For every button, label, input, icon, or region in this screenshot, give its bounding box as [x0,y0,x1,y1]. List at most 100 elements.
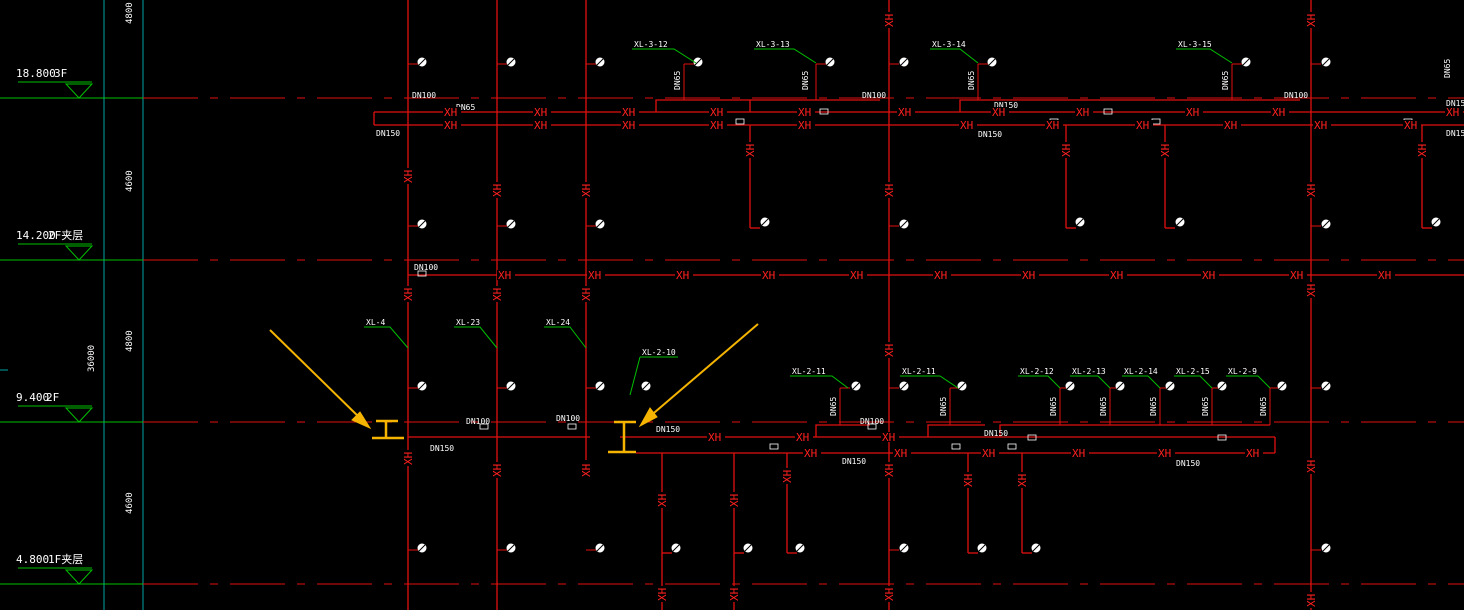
annotation-arrows [269,323,759,430]
hydrant-branches [408,63,1321,551]
xh-label: XH [588,269,601,282]
riser-tag: XL-3-13 [756,40,790,49]
xh-mark: XH [728,588,741,601]
riser-leaders [364,48,1271,396]
xh-label: XH [534,119,547,132]
pipe-size: DN65 [1221,71,1230,90]
xh-label: XH [1158,447,1171,460]
xh-mark: XH [883,464,896,477]
pipe-size: DN65 [829,397,838,416]
xh-label: XH [444,119,457,132]
riser-system-drawing: 18.800 3F 14.200 2F夹层 9.400 2F 4.800 1F夹… [0,0,1464,610]
floor-level-lines [0,97,1464,585]
xh-label: XH [1446,106,1459,119]
level-name-2f: 2F [46,391,59,404]
xh-mark: XH [1416,144,1429,157]
xh-mark: XH [580,288,593,301]
xh-label: XH [444,106,457,119]
xh-label: XH [498,269,511,282]
xh-mark: XH [883,14,896,27]
xh-mark: XH [883,344,896,357]
axis-lines [0,0,144,610]
xh-label: XH [1404,119,1417,132]
xh-label: XH [1202,269,1215,282]
xh-label: XH [1136,119,1149,132]
xh-label: XH [1072,447,1085,460]
xh-mark: XH [728,494,741,507]
xh-label: XH [804,447,817,460]
xh-label: XH [622,119,635,132]
xh-mark: XH [781,470,794,483]
xh-label: XH [850,269,863,282]
riser-tag: XL-2-13 [1072,367,1106,376]
level-elev-1f-mezz: 4.800 [16,553,49,566]
pipe-size: DN65 [939,397,948,416]
xh-label: XH [534,106,547,119]
xh-mark: XH [962,474,975,487]
riser-tag: XL-2-14 [1124,367,1158,376]
riser-tag: XL-3-14 [932,40,966,49]
riser-tag: XL-2-11 [792,367,826,376]
pipe-size: DN65 [1049,397,1058,416]
xh-label: XH [982,447,995,460]
pipe-size: DN65 [967,71,976,90]
level-name-3f: 3F [54,67,67,80]
xh-label: XH [1076,106,1089,119]
pipe-size: DN65 [1149,397,1158,416]
xh-mark: XH [1016,474,1029,487]
pipe-size: DN65 [673,71,682,90]
pipe-size: DN150 [430,444,454,453]
xh-label: XH [676,269,689,282]
pipe-size: DN65 [1259,397,1268,416]
riser-tag: XL-2-15 [1176,367,1210,376]
xh-mark: XH [1305,460,1318,473]
xh-label: XH [894,447,907,460]
xh-mark: XH [1060,144,1073,157]
xh-mark: XH [656,494,669,507]
pipe-size: DN100 [862,91,886,100]
xh-label: XH [708,431,721,444]
xh-label: XH [1110,269,1123,282]
pipe-size: DN100 [414,263,438,272]
pipe-size: DN100 [412,91,436,100]
pipe-size: DN150 [1176,459,1200,468]
pipe-size: DN150 [376,129,400,138]
xh-mark: XH [1159,144,1172,157]
xh-label: XH [1272,106,1285,119]
total-dimension-label: 36000 [87,345,97,372]
xh-mark: XH [1305,184,1318,197]
xh-label: XH [622,106,635,119]
xh-mark: XH [491,184,504,197]
pipe-size: DN150 [984,429,1008,438]
xh-mark: XH [580,464,593,477]
xh-labels-vertical: XH XH XH XH XH XH XH XH XH XH XH XH XH XH XH XH XH XH XH XH… [402,12,1429,608]
xh-label: XH [934,269,947,282]
dimension-label: 4800 [125,330,135,352]
dimension-label: 4600 [125,170,135,192]
riser-tag: XL-3-15 [1178,40,1212,49]
xh-label: XH [992,106,1005,119]
xh-label: XH [762,269,775,282]
pipe-size: DN100 [466,417,490,426]
pipe-size: DN65 [1201,397,1210,416]
xh-mark: XH [656,588,669,601]
dimension-label: 4600 [125,492,135,514]
level-name-1f-mezz: 1F夹层 [48,553,83,566]
riser-tag: XL-2-10 [642,348,676,357]
xh-label: XH [1224,119,1237,132]
xh-mark: XH [744,144,757,157]
xh-mark: XH [491,288,504,301]
riser-tag: XL-23 [456,318,480,327]
xh-label: XH [1022,269,1035,282]
pipe-size: DN150 [978,130,1002,139]
xh-label: XH [1186,106,1199,119]
xh-label: XH [798,106,811,119]
xh-mark: XH [1305,594,1318,607]
riser-tag: XL-2-12 [1020,367,1054,376]
xh-mark: XH [491,464,504,477]
level-marks [18,81,94,585]
xh-label: XH [882,431,895,444]
riser-tag: XL-2-11 [902,367,936,376]
xh-mark: XH [1305,14,1318,27]
riser-tag: XL-3-12 [634,40,668,49]
